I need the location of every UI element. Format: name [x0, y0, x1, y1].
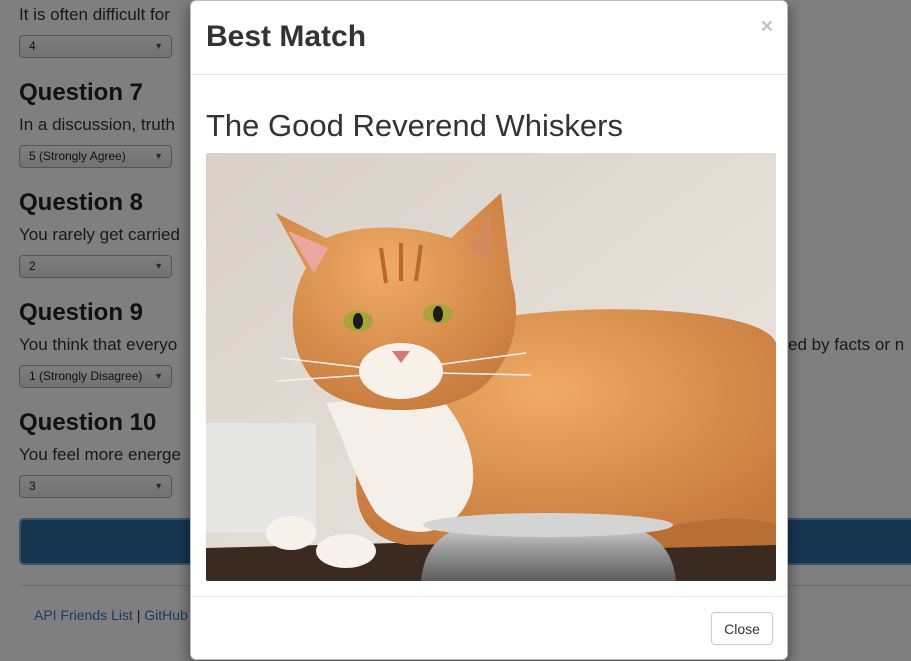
close-button[interactable]: Close — [711, 612, 773, 645]
close-icon[interactable]: × — [761, 15, 773, 39]
best-match-modal: Best Match × The Good Reverend Whiskers — [190, 0, 788, 660]
modal-header: Best Match × — [191, 1, 787, 75]
match-name: The Good Reverend Whiskers — [206, 108, 623, 143]
modal-footer — [191, 596, 787, 597]
modal-title: Best Match — [206, 20, 367, 53]
match-photo — [206, 153, 776, 581]
